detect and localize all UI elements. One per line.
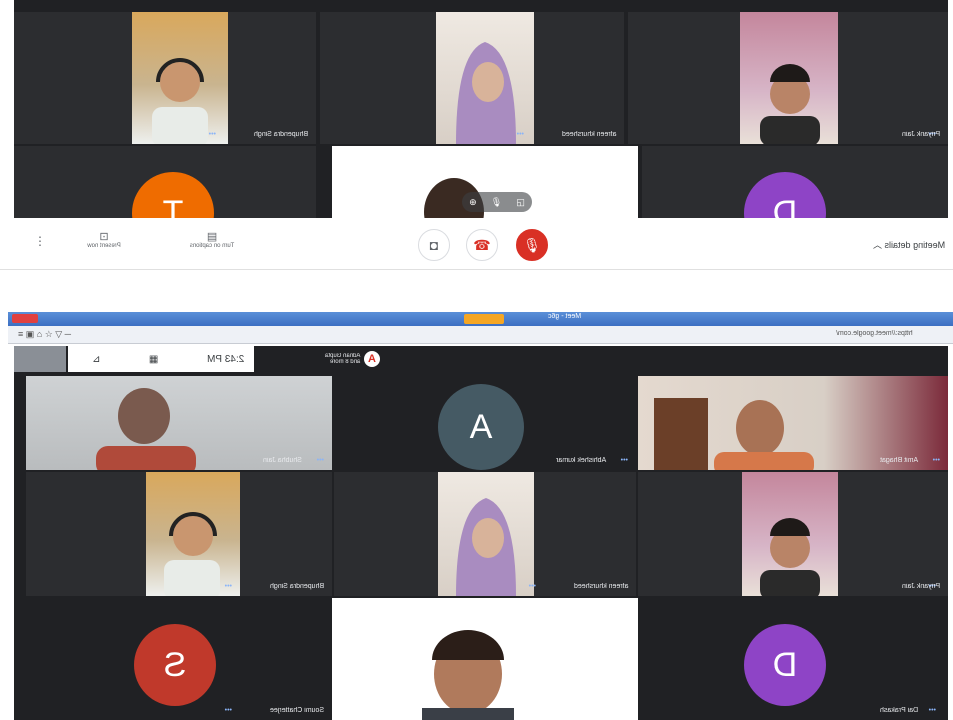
more-options-icon[interactable]: ••• (929, 707, 936, 714)
participant-tile[interactable]: ••• Bhupendra Singh (14, 12, 316, 144)
participant-name: Soumi Chatterjee (269, 707, 324, 714)
mute-icon[interactable]: 🎙 (491, 197, 502, 208)
participant-video (436, 12, 534, 144)
self-view-thumbnail[interactable] (14, 346, 66, 372)
pin-icon[interactable]: ⊕ (469, 197, 477, 208)
more-options-icon[interactable]: ••• (621, 457, 628, 464)
camera-icon: ◘ (429, 237, 439, 253)
participant-avatar: D (744, 624, 826, 706)
hang-up-icon: ☎ (473, 236, 491, 253)
person-video-frame (760, 518, 820, 596)
more-options-icon[interactable]: ••• (933, 457, 940, 464)
present-screen-icon: ⊡ (99, 231, 109, 243)
participant-tile[interactable]: ••• Priyank Jain (638, 472, 948, 596)
person-video-frame (456, 498, 516, 596)
captions-button[interactable]: ▤ Turn on captions (174, 230, 250, 249)
participant-tile[interactable]: ••• afreen khursheed (320, 12, 624, 144)
participant-name: Priyank Jain (901, 131, 940, 138)
participant-avatar: T (132, 172, 214, 218)
participant-name: Bhupendra Singh (269, 583, 324, 590)
meeting-details-button[interactable]: Meeting details ︿ (873, 238, 945, 251)
participant-video (742, 472, 838, 596)
participant-tile[interactable]: D (642, 146, 948, 218)
presenter-more: and 8 more (329, 359, 360, 365)
mic-off-icon: 🎙 (523, 236, 541, 253)
participant-video (132, 12, 228, 144)
more-options-icon[interactable]: ••• (225, 707, 232, 714)
clock-time: 2:43 PM (206, 353, 244, 365)
participant-video (438, 472, 534, 596)
captions-icon: ▤ (206, 231, 218, 243)
participant-name: afreen khursheed (573, 583, 628, 590)
grid-icon[interactable]: ▦ (149, 354, 158, 365)
person-video-frame (760, 64, 820, 144)
participant-tile[interactable]: ••• Shubha Jain (26, 376, 332, 470)
tile-hover-controls[interactable]: ⊕ 🎙 ◱ (462, 192, 532, 212)
kebab-menu-icon[interactable]: ⋮ (34, 234, 46, 248)
participant-name: Dai Prakash (879, 707, 918, 714)
toolbar-icons[interactable]: ≡ ▣ ⌂ ☆ ▽ ─ (18, 329, 71, 340)
participant-tile[interactable]: ••• Amit Bhagat (638, 376, 948, 470)
participant-tile[interactable]: ••• afreen khursheed (334, 472, 636, 596)
window-close-icon[interactable] (12, 314, 38, 323)
browser-tab-title[interactable]: Meet - g6c (548, 313, 581, 320)
mic-toggle-button[interactable]: 🎙 (516, 229, 548, 261)
participant-tile[interactable]: A ••• Abhishek kumar (334, 376, 636, 470)
video-grid-bottom: ⊿ ▦ 2:43 PM Adnan Gupta and 8 more A •••… (14, 346, 948, 720)
participant-tile[interactable]: T (14, 146, 316, 218)
participant-name: Shubha Jain (263, 457, 302, 464)
participant-name: Priyank Jain (901, 583, 940, 590)
clock-chip: ⊿ ▦ 2:43 PM (68, 346, 268, 372)
participant-tile[interactable]: ⊕ 🎙 ◱ (332, 146, 638, 218)
meeting-details-label: Meeting details (884, 240, 945, 250)
person-video-frame (96, 388, 196, 470)
more-options-icon[interactable]: ••• (225, 583, 232, 590)
participant-video (26, 376, 332, 470)
participant-tile[interactable]: ••• Bhupendra Singh (26, 472, 332, 596)
tab-indicator (464, 314, 504, 324)
camera-toggle-button[interactable]: ◘ (418, 229, 450, 261)
presenter-chip: Adnan Gupta and 8 more A (254, 346, 384, 372)
captions-label: Turn on captions (189, 243, 235, 249)
participant-tile[interactable]: D ••• Dai Prakash (640, 598, 948, 720)
more-options-icon[interactable]: ••• (529, 583, 536, 590)
person-video-frame (164, 512, 220, 596)
presenter-avatar: A (364, 351, 380, 367)
participant-video (638, 376, 948, 470)
browser-address-bar: ≡ ▣ ⌂ ☆ ▽ ─ https://meet.google.com/ (8, 326, 953, 344)
participant-video (740, 12, 838, 144)
bottom-meet-screenshot: Meet - g6c ≡ ▣ ⌂ ☆ ▽ ─ https://meet.goog… (0, 312, 953, 720)
participant-avatar: A (438, 384, 524, 470)
end-call-button[interactable]: ☎ (466, 229, 498, 261)
browser-title-bar: Meet - g6c (8, 312, 953, 326)
participant-tile[interactable]: ••• Priyank Jain (628, 12, 948, 144)
present-now-label: Present now (87, 243, 121, 249)
participant-tile[interactable] (332, 598, 638, 720)
participant-avatar: D (744, 172, 826, 218)
expand-icon[interactable]: ◱ (516, 197, 525, 208)
url-field[interactable]: https://meet.google.com/ (836, 330, 913, 337)
more-options-icon[interactable]: ••• (317, 457, 324, 464)
person-video-frame (422, 630, 514, 720)
meet-bottom-toolbar: ⋮ ⊡ Present now ▤ Turn on captions ◘ ☎ 🎙… (0, 220, 953, 270)
participant-name: Bhupendra Singh (253, 131, 308, 138)
participant-tile[interactable]: S ••• Soumi Chatterjee (26, 598, 332, 720)
present-now-button[interactable]: ⊡ Present now (74, 230, 134, 249)
participant-name: Abhishek kumar (555, 457, 606, 464)
participant-avatar: S (134, 624, 216, 706)
layout-icon[interactable]: ⊿ (92, 354, 100, 365)
top-meet-screenshot: ••• Bhupendra Singh ••• afreen khursheed… (0, 0, 953, 272)
participant-video (146, 472, 240, 596)
person-video-frame (456, 42, 516, 144)
presenter-text: Adnan Gupta and 8 more (325, 353, 360, 365)
participant-name: Amit Bhagat (879, 457, 918, 464)
more-options-icon[interactable]: ••• (209, 131, 216, 138)
person-video-frame (152, 58, 208, 144)
video-grid-top: ••• Bhupendra Singh ••• afreen khursheed… (14, 0, 948, 218)
person-video-frame (654, 398, 814, 470)
more-options-icon[interactable]: ••• (517, 131, 524, 138)
participant-name: afreen khursheed (561, 131, 616, 138)
chevron-up-icon: ︿ (872, 240, 882, 250)
